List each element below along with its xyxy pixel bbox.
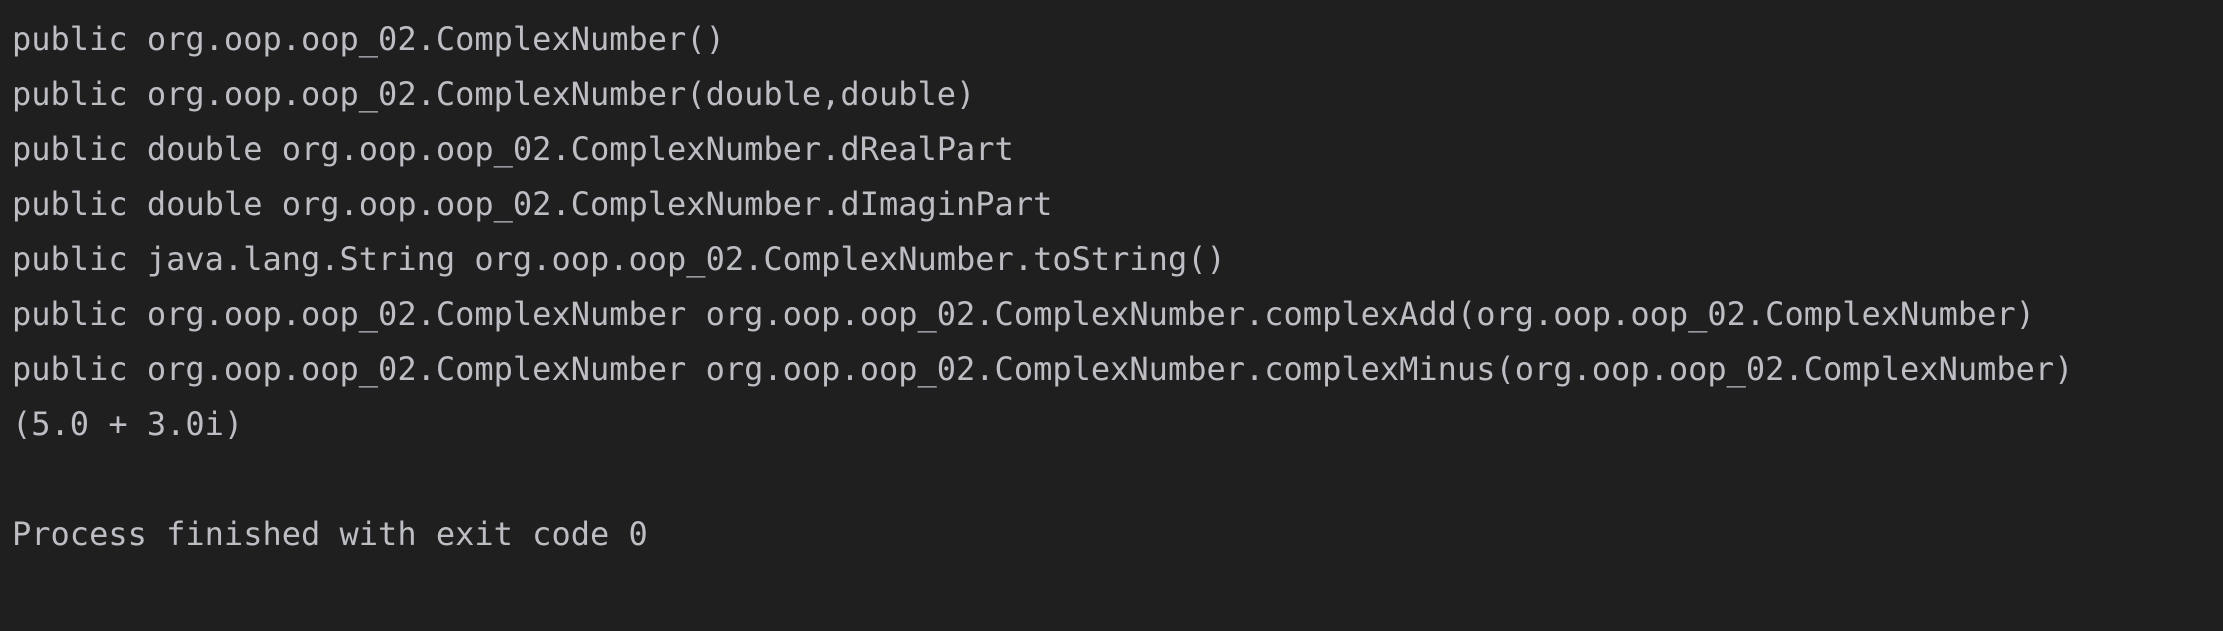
console-line-5: public java.lang.String org.oop.oop_02.C… (12, 240, 1226, 278)
console-line-7: public org.oop.oop_02.ComplexNumber org.… (12, 350, 2074, 388)
console-line-4: public double org.oop.oop_02.ComplexNumb… (12, 185, 1053, 223)
process-exit-line: Process finished with exit code 0 (12, 515, 648, 553)
console-lines: public org.oop.oop_02.ComplexNumber() pu… (12, 12, 2223, 562)
console-line-1: public org.oop.oop_02.ComplexNumber() (12, 20, 725, 58)
console-output[interactable]: public org.oop.oop_02.ComplexNumber() pu… (0, 0, 2223, 631)
console-line-6: public org.oop.oop_02.ComplexNumber org.… (12, 295, 2035, 333)
console-line-3: public double org.oop.oop_02.ComplexNumb… (12, 130, 1014, 168)
console-result-line: (5.0 + 3.0i) (12, 405, 244, 443)
console-line-2: public org.oop.oop_02.ComplexNumber(doub… (12, 75, 976, 113)
